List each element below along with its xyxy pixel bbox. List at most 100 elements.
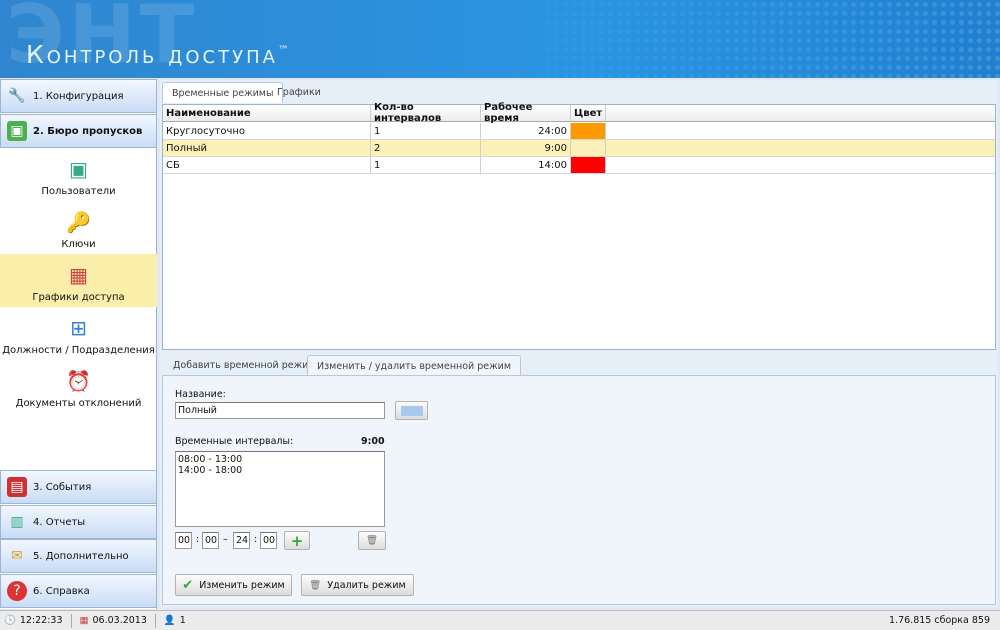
- name-input[interactable]: Полный: [175, 402, 385, 419]
- book-icon: ▤: [7, 477, 27, 497]
- sidebar-item-schedules[interactable]: ▦ Графики доступа: [0, 254, 157, 307]
- envelope-icon: ✉: [11, 548, 23, 564]
- intervals-list[interactable]: 08:00 - 13:00 14:00 - 18:00: [175, 451, 385, 527]
- button-label: Удалить режим: [327, 579, 406, 591]
- sidebar-item-documents[interactable]: ⏰ Документы отклонений: [0, 360, 157, 413]
- nav-events[interactable]: ▤ 3. События: [0, 470, 157, 504]
- bar-chart-icon: ▥: [10, 514, 24, 530]
- key-icon: 🔑: [66, 210, 91, 234]
- id-card-icon: ▣: [7, 121, 27, 141]
- plus-icon: +: [290, 531, 304, 550]
- nav-configuration[interactable]: 🔧 1. Конфигурация: [0, 79, 157, 113]
- interval-item[interactable]: 14:00 - 18:00: [178, 465, 242, 476]
- sub-label: Должности / Подразделения: [2, 345, 155, 356]
- status-time: 12:22:33: [19, 615, 63, 626]
- to-minute-input[interactable]: 00: [260, 532, 277, 549]
- nav-label: 5. Дополнительно: [33, 550, 129, 562]
- cell-time: 14:00: [481, 157, 571, 173]
- wrench-icon: 🔧: [8, 88, 26, 104]
- status-date: 06.03.2013: [92, 615, 147, 626]
- change-mode-button[interactable]: ✔ Изменить режим: [175, 574, 292, 596]
- col-color[interactable]: Цвет: [571, 105, 606, 121]
- cell-color-swatch: [571, 140, 606, 156]
- sub-label: Ключи: [61, 239, 96, 250]
- sidebar: 🔧 1. Конфигурация ▣ 2. Бюро пропусков ▣ Пол…: [0, 79, 157, 609]
- tab-schedules[interactable]: Графики: [268, 82, 330, 103]
- cell-count: 2: [371, 140, 481, 156]
- from-minute-input[interactable]: 00: [202, 532, 219, 549]
- cell-count: 1: [371, 157, 481, 173]
- nav-label: 6. Справка: [33, 585, 90, 597]
- delete-interval-button[interactable]: 🗑: [358, 531, 386, 550]
- button-label: Изменить режим: [199, 579, 285, 591]
- dash: –: [223, 534, 228, 545]
- color-swatch: [400, 405, 423, 416]
- tab-edit-mode[interactable]: Изменить / удалить временной режим: [307, 355, 522, 376]
- colon: :: [196, 534, 200, 545]
- tab-time-modes[interactable]: Временные режимы: [162, 82, 284, 103]
- delete-mode-button[interactable]: 🗑 Удалить режим: [301, 574, 414, 596]
- clock-icon: 🕓: [4, 615, 16, 626]
- app-header: ЭНТ Контроль доступа™: [0, 0, 1000, 78]
- nav-reports[interactable]: ▥ 4. Отчеты: [0, 505, 157, 539]
- col-count[interactable]: Кол-во интервалов: [371, 102, 481, 124]
- nav-help[interactable]: ? 6. Справка: [0, 574, 157, 608]
- table-row-selected[interactable]: Полный 2 9:00: [163, 140, 995, 157]
- alarm-clock-icon: ⏰: [66, 369, 91, 393]
- status-version: 1.76.815 сборка 859: [889, 615, 990, 626]
- main-panel: Временные режимы Графики Наименование Ко…: [160, 80, 998, 608]
- nav-additional[interactable]: ✉ 5. Дополнительно: [0, 539, 157, 573]
- cell-name: Круглосуточно: [163, 123, 371, 139]
- sub-label: Пользователи: [41, 186, 116, 197]
- col-name[interactable]: Наименование: [163, 105, 371, 121]
- time-modes-table: Наименование Кол-во интервалов Рабочее в…: [162, 102, 996, 350]
- sidebar-item-keys[interactable]: 🔑 Ключи: [0, 201, 157, 254]
- interval-item[interactable]: 08:00 - 13:00: [178, 454, 242, 465]
- add-interval-button[interactable]: +: [284, 531, 310, 550]
- status-users: 1: [179, 615, 186, 626]
- trash-icon: 🗑: [365, 535, 379, 546]
- org-chart-icon: ⊞: [70, 316, 87, 340]
- nav-label: 3. События: [33, 481, 92, 493]
- name-label: Название:: [175, 389, 226, 400]
- table-row[interactable]: Круглосуточно 1 24:00: [163, 123, 995, 140]
- divider: [154, 613, 156, 628]
- to-hour-input[interactable]: 24: [233, 532, 250, 549]
- edit-mode-form: Название: Полный Временные интервалы: 9:…: [162, 375, 996, 605]
- cell-name: СБ: [163, 157, 371, 173]
- sidebar-item-positions[interactable]: ⊞ Должности / Подразделения: [0, 307, 157, 360]
- users-icon: ▣: [69, 157, 88, 181]
- status-bar: 🕓 12:22:33 ▦ 06.03.2013 👤 1 1.76.815 сбо…: [0, 610, 1000, 630]
- sub-label: Документы отклонений: [15, 398, 142, 409]
- intervals-total: 9:00: [361, 436, 385, 447]
- checkmark-icon: ✔: [182, 577, 194, 593]
- colon: :: [254, 534, 258, 545]
- user-icon: 👤: [163, 615, 176, 626]
- calendar-icon: ▦: [69, 263, 88, 287]
- trash-icon: 🗑: [309, 579, 322, 591]
- cell-count: 1: [371, 123, 481, 139]
- app-title: Контроль доступа™: [26, 40, 292, 69]
- help-icon: ?: [7, 581, 27, 601]
- tab-add-mode[interactable]: Добавить временной режим: [164, 355, 325, 376]
- from-hour-input[interactable]: 00: [175, 532, 192, 549]
- nav-pass-office[interactable]: ▣ 2. Бюро пропусков: [0, 114, 157, 148]
- cell-color-swatch: [571, 157, 606, 173]
- cell-time: 9:00: [481, 140, 571, 156]
- nav-label: 4. Отчеты: [33, 516, 86, 528]
- nav-label: 2. Бюро пропусков: [33, 125, 143, 137]
- header-decoration: [480, 0, 1000, 78]
- table-row[interactable]: СБ 1 14:00: [163, 157, 995, 174]
- sub-label: Графики доступа: [32, 292, 125, 303]
- nav-label: 1. Конфигурация: [33, 90, 124, 102]
- intervals-label: Временные интервалы:: [175, 436, 294, 447]
- cell-time: 24:00: [481, 123, 571, 139]
- cell-color-swatch: [571, 123, 606, 139]
- col-time[interactable]: Рабочее время: [481, 102, 571, 124]
- calendar-icon: ▦: [79, 615, 89, 626]
- cell-name: Полный: [163, 140, 371, 156]
- table-header: Наименование Кол-во интервалов Рабочее в…: [163, 102, 995, 124]
- sidebar-item-users[interactable]: ▣ Пользователи: [0, 148, 157, 201]
- divider: [70, 613, 72, 628]
- color-picker-button[interactable]: [395, 401, 428, 420]
